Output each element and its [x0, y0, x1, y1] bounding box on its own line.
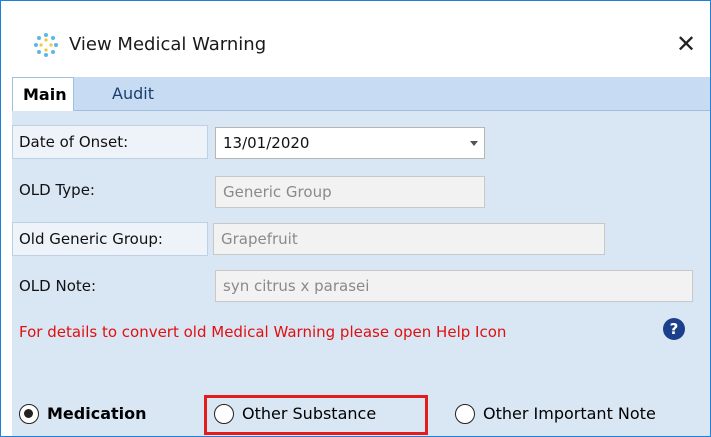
- chevron-down-icon[interactable]: [470, 141, 478, 146]
- radio-other-important-note[interactable]: Other Important Note: [455, 401, 700, 431]
- date-of-onset-dropdown[interactable]: 13/01/2020: [215, 127, 485, 159]
- old-note-field: syn citrus x parasei: [215, 270, 693, 302]
- radio-medication[interactable]: Medication: [19, 401, 189, 431]
- tab-strip: Main Audit: [12, 77, 710, 111]
- medical-warning-window: View Medical Warning ✕ Main Audit Date o…: [0, 0, 711, 437]
- old-generic-group-label: Old Generic Group:: [12, 222, 208, 256]
- old-note-label: OLD Note:: [19, 277, 97, 295]
- radio-button[interactable]: [455, 404, 475, 424]
- old-type-field: Generic Group: [215, 176, 485, 208]
- tab-audit[interactable]: Audit: [112, 77, 154, 110]
- close-icon[interactable]: ✕: [671, 29, 701, 59]
- radio-other-important-note-label: Other Important Note: [483, 404, 656, 423]
- app-icon: [34, 33, 58, 57]
- radio-medication-label: Medication: [47, 404, 147, 423]
- tab-main[interactable]: Main: [12, 77, 74, 111]
- help-icon[interactable]: ?: [663, 318, 685, 340]
- date-of-onset-label: Date of Onset:: [12, 125, 208, 159]
- selection-highlight-box: [204, 395, 428, 435]
- conversion-warning-text: For details to convert old Medical Warni…: [19, 323, 507, 341]
- radio-button-checked[interactable]: [19, 404, 39, 424]
- window-title: View Medical Warning: [69, 34, 267, 55]
- date-of-onset-value: 13/01/2020: [223, 134, 310, 152]
- old-generic-group-field: Grapefruit: [213, 223, 605, 255]
- title-bar: View Medical Warning ✕: [1, 1, 710, 59]
- old-type-label: OLD Type:: [19, 181, 95, 199]
